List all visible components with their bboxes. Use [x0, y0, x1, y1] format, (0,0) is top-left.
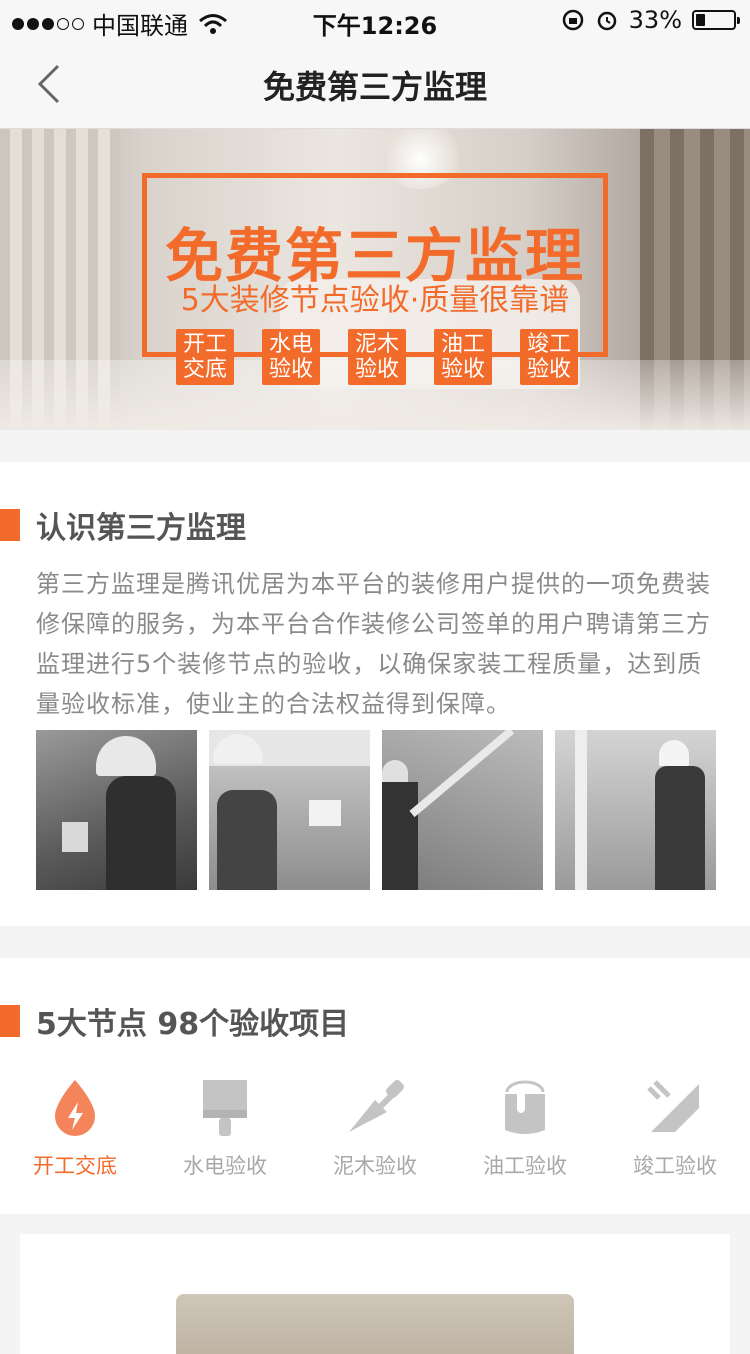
- node-label: 开工交底: [33, 1154, 117, 1178]
- section-accent-bar: [0, 1005, 20, 1037]
- status-bar: 中国联通 下午12:26 33%: [0, 0, 750, 40]
- nav-bar: 免费第三方监理: [0, 40, 750, 129]
- battery-icon: [692, 10, 740, 30]
- section-header: 认识第三方监理: [0, 508, 246, 546]
- tag-line1: 油工: [440, 332, 485, 357]
- node-tab-yougong[interactable]: 油工验收: [460, 1078, 590, 1180]
- banner-tag: 水电 验收: [262, 329, 320, 385]
- tag-line2: 交底: [182, 357, 227, 382]
- node-label: 水电验收: [183, 1154, 267, 1178]
- photo-row: [36, 730, 716, 890]
- section-title: 认识第三方监理: [36, 511, 246, 546]
- banner-subtitle: 5大装修节点验收·质量很靠谱: [180, 283, 570, 318]
- banner-tag: 泥木 验收: [348, 329, 406, 385]
- banner-tag: 开工 交底: [176, 329, 234, 385]
- tag-line2: 验收: [440, 357, 485, 382]
- tag-line2: 验收: [526, 357, 571, 382]
- worker-photo[interactable]: [36, 730, 197, 890]
- battery-percent: 33%: [628, 6, 682, 34]
- worker-photo[interactable]: [382, 730, 543, 890]
- node-label: 油工验收: [483, 1154, 567, 1178]
- node-tabs: 开工交底 水电验收 泥木验收 油工验收 竣工验收: [0, 1078, 750, 1180]
- ruler-square-icon: [647, 1080, 699, 1132]
- node-tab-shuidian[interactable]: 水电验收: [160, 1078, 290, 1180]
- node-detail-card: [20, 1234, 730, 1354]
- node-tab-jungong[interactable]: 竣工验收: [610, 1078, 740, 1180]
- tag-line2: 验收: [354, 357, 399, 382]
- tag-line1: 水电: [268, 332, 313, 357]
- section-title: 5大节点 98个验收项目: [36, 1007, 350, 1042]
- tag-line1: 开工: [182, 332, 227, 357]
- flame-icon: [55, 1080, 95, 1136]
- hero-banner[interactable]: 免费第三方监理 5大装修节点验收·质量很靠谱 开工 交底 水电 验收 泥木 验收 油工…: [0, 129, 750, 430]
- section-header: 5大节点 98个验收项目: [0, 1004, 349, 1042]
- intro-text: 第三方监理是腾讯优居为本平台的装修用户提供的一项免费装修保障的服务，为本平台合作…: [36, 570, 711, 718]
- worker-photo[interactable]: [209, 730, 370, 890]
- paint-brush-icon: [203, 1080, 247, 1136]
- tag-line2: 验收: [268, 357, 313, 382]
- section-accent-bar: [0, 509, 20, 541]
- nodes-section: 5大节点 98个验收项目 开工交底 水电验收 泥木验收 油工验收 竣工验收: [0, 958, 750, 1214]
- trowel-icon: [349, 1080, 404, 1132]
- node-tab-kaigong[interactable]: 开工交底: [10, 1078, 140, 1180]
- status-right: 33%: [561, 6, 740, 34]
- node-label: 泥木验收: [333, 1154, 417, 1178]
- alarm-icon: [597, 11, 616, 31]
- page-title: 免费第三方监理: [262, 68, 487, 106]
- node-tab-nimu[interactable]: 泥木验收: [310, 1078, 440, 1180]
- intro-section: 认识第三方监理 第三方监理是腾讯优居为本平台的装修用户提供的一项免费装修保障的服…: [0, 462, 750, 926]
- banner-tag: 油工 验收: [434, 329, 492, 385]
- node-detail-image: [176, 1294, 574, 1354]
- rotation-lock-icon: [562, 9, 583, 31]
- banner-tags: 开工 交底 水电 验收 泥木 验收 油工 验收 竣工 验收: [176, 329, 578, 385]
- paint-bucket-icon: [505, 1080, 545, 1134]
- banner-tag: 竣工 验收: [520, 329, 578, 385]
- worker-photo[interactable]: [555, 730, 716, 890]
- tag-line1: 竣工: [526, 332, 571, 357]
- tag-line1: 泥木: [354, 332, 399, 357]
- node-label: 竣工验收: [633, 1154, 717, 1178]
